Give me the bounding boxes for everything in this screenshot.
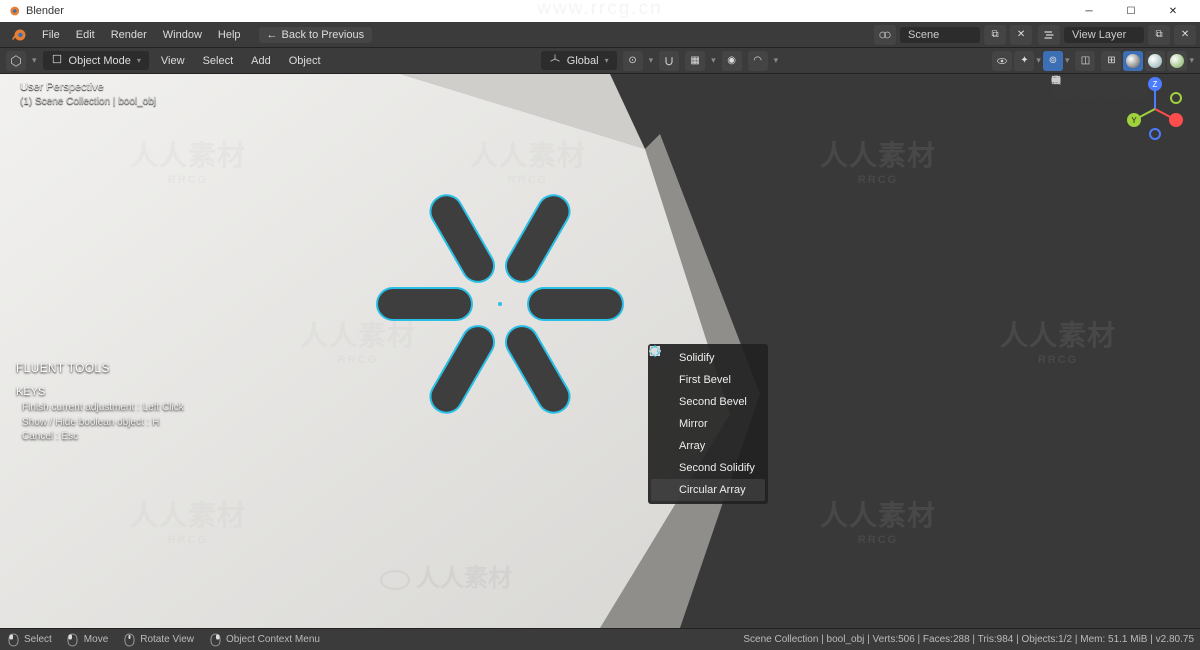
mouse-left-icon	[66, 633, 80, 647]
fluent-tools-panel: FLUENT TOOLS KEYS Finish current adjustm…	[16, 360, 184, 445]
snap-type-icon[interactable]: ▦	[685, 51, 705, 71]
menu-help[interactable]: Help	[210, 22, 249, 48]
orientation-icon	[549, 53, 561, 68]
mouse-left-icon	[6, 633, 20, 647]
back-to-previous-button[interactable]: ← Back to Previous	[259, 27, 373, 43]
first-bevel-icon	[655, 372, 671, 388]
editor-type-icon[interactable]	[6, 51, 26, 71]
viewlayer-group: View Layer ⧉ ✕	[1038, 25, 1196, 45]
menu-render[interactable]: Render	[103, 22, 155, 48]
circular-array-icon	[655, 482, 671, 498]
popup-item-array[interactable]: Array	[651, 435, 765, 457]
status-move: Move	[66, 633, 108, 647]
back-arrow-icon: ←	[267, 29, 278, 41]
popup-item-second-bevel[interactable]: Second Bevel	[651, 391, 765, 413]
window-titlebar: Blender ─ ☐ ✕	[0, 0, 1200, 22]
array-icon	[655, 438, 671, 454]
solid-shading-icon[interactable]	[1123, 51, 1143, 71]
viewport-header: ▾ Object Mode ▾ View Select Add Object G…	[0, 48, 1200, 74]
menu-file[interactable]: File	[34, 22, 68, 48]
status-rotate: Rotate View	[122, 633, 194, 647]
collection-label: (1) Scene Collection | bool_obj	[20, 95, 156, 109]
scene-switch-group: Scene ⧉ ✕	[874, 25, 1032, 45]
back-label: Back to Previous	[282, 29, 365, 41]
viewport-overlay-info: User Perspective (1) Scene Collection | …	[20, 80, 156, 109]
popup-item-circular-array[interactable]: Circular Array	[651, 479, 765, 501]
toggle-perspective-icon[interactable]	[1078, 78, 1100, 100]
scene-copy-icon[interactable]: ⧉	[984, 25, 1006, 45]
svg-text:Y: Y	[1131, 116, 1137, 125]
header-object[interactable]: Object	[283, 55, 327, 67]
caret-down-icon: ▾	[32, 55, 37, 66]
mouse-right-icon	[208, 633, 222, 647]
svg-text:Z: Z	[1153, 80, 1158, 89]
fluent-context-popup: Solidify First Bevel Second Bevel Mirror…	[648, 344, 768, 504]
xray-group: ◫	[1075, 51, 1095, 71]
blender-icon	[6, 4, 20, 18]
viewlayer-browse-icon[interactable]	[1038, 25, 1060, 45]
keys-heading: KEYS	[16, 385, 184, 401]
status-select: Select	[6, 633, 52, 647]
popup-item-solidify[interactable]: Solidify	[651, 347, 765, 369]
status-context: Object Context Menu	[208, 633, 320, 647]
key-line: Show / Hide boolean object : H	[16, 416, 184, 431]
snap-toggle-icon[interactable]	[659, 51, 679, 71]
scene-delete-icon[interactable]: ✕	[1010, 25, 1032, 45]
rendered-shading-icon[interactable]	[1167, 51, 1187, 71]
status-bar: Select Move Rotate View Object Context M…	[0, 628, 1200, 650]
visibility-icon[interactable]	[992, 51, 1012, 71]
transform-orientation-dropdown[interactable]: Global ▾	[541, 51, 617, 70]
menu-edit[interactable]: Edit	[68, 22, 103, 48]
header-view[interactable]: View	[155, 55, 191, 67]
status-stats: Scene Collection | bool_obj | Verts:506 …	[743, 634, 1194, 645]
popup-item-mirror[interactable]: Mirror	[651, 413, 765, 435]
lookdev-shading-icon[interactable]	[1145, 51, 1165, 71]
scene-browse-icon[interactable]	[874, 25, 896, 45]
viewlayer-delete-icon[interactable]: ✕	[1174, 25, 1196, 45]
object-mode-icon	[51, 53, 63, 68]
perspective-label: User Perspective	[20, 80, 156, 95]
3d-viewport[interactable]: User Perspective (1) Scene Collection | …	[0, 74, 1200, 628]
shading-group: ⊞ ▾	[1101, 51, 1194, 71]
mirror-icon	[655, 416, 671, 432]
menu-window[interactable]: Window	[155, 22, 210, 48]
mouse-middle-icon	[122, 633, 136, 647]
proportional-edit-icon[interactable]: ◉	[722, 51, 742, 71]
maximize-button[interactable]: ☐	[1110, 0, 1152, 22]
close-button[interactable]: ✕	[1152, 0, 1194, 22]
viewlayer-name-field[interactable]: View Layer	[1064, 27, 1144, 43]
chevron-down-icon: ▾	[137, 56, 141, 65]
header-select[interactable]: Select	[197, 55, 240, 67]
gizmo-toggle-icon[interactable]: ✦	[1014, 51, 1034, 71]
second-bevel-icon	[655, 394, 671, 410]
key-line: Finish current adjustment : Left Click	[16, 401, 184, 416]
viewlayer-copy-icon[interactable]: ⧉	[1148, 25, 1170, 45]
window-title: Blender	[26, 5, 64, 17]
blender-logo-icon[interactable]	[10, 26, 28, 44]
chevron-down-icon: ▾	[605, 56, 609, 65]
key-line: Cancel : Esc	[16, 430, 184, 445]
second-solidify-icon	[655, 460, 671, 476]
popup-item-second-solidify[interactable]: Second Solidify	[651, 457, 765, 479]
header-add[interactable]: Add	[245, 55, 277, 67]
minimize-button[interactable]: ─	[1068, 0, 1110, 22]
fluent-title: FLUENT TOOLS	[16, 360, 184, 377]
wireframe-shading-icon[interactable]: ⊞	[1101, 51, 1121, 71]
pivot-icon[interactable]: ⊙	[623, 51, 643, 71]
interaction-mode-dropdown[interactable]: Object Mode ▾	[43, 51, 149, 70]
xray-toggle-icon[interactable]: ◫	[1075, 51, 1095, 71]
overlay-toggle-icon[interactable]: ⊚	[1043, 51, 1063, 71]
scene-name-field[interactable]: Scene	[900, 27, 980, 43]
top-menubar: File Edit Render Window Help ← Back to P…	[0, 22, 1200, 48]
gizmo-group: ✦ ▾ ⊚ ▾	[992, 51, 1069, 71]
window-controls: ─ ☐ ✕	[1068, 0, 1194, 22]
navigation-gizmo[interactable]: Z Y	[1120, 74, 1190, 144]
proportional-falloff-icon[interactable]: ◠	[748, 51, 768, 71]
popup-item-first-bevel[interactable]: First Bevel	[651, 369, 765, 391]
